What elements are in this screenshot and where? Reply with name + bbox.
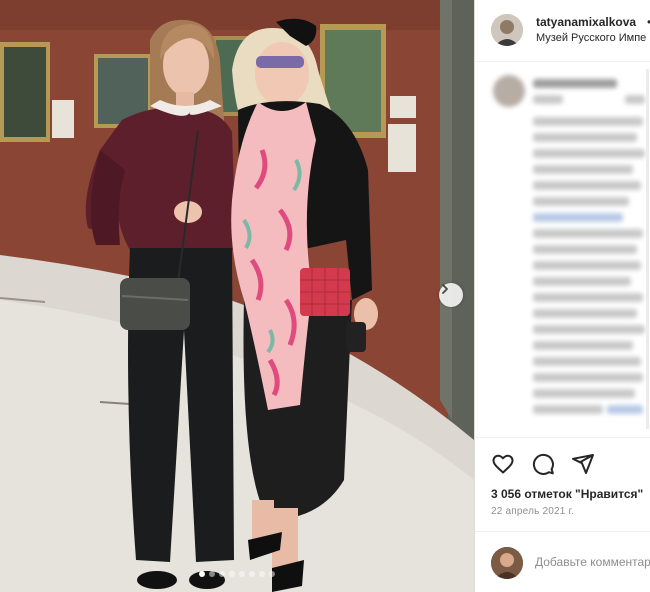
blurred-caption [475,63,650,436]
caption-comments-area[interactable] [475,63,650,436]
comment-icon[interactable] [531,452,555,476]
comment-input[interactable] [535,555,650,569]
comments-scrollbar[interactable] [646,69,649,429]
post-side-panel: tatyanamixalkova • Музей Русского Импе [474,0,650,592]
post-header: tatyanamixalkova • Музей Русского Импе [475,0,650,62]
carousel-dot [249,571,255,577]
carousel-indicator [0,571,474,577]
chevron-right-icon [442,284,448,294]
viewer-avatar [491,547,523,579]
carousel-dot [269,571,275,577]
museum-photo-image [0,0,474,592]
author-username-link[interactable]: tatyanamixalkova [536,15,636,29]
carousel-dot [259,571,265,577]
carousel-dot [229,571,235,577]
share-icon[interactable] [571,452,595,476]
heart-icon[interactable] [491,452,515,476]
next-photo-button[interactable] [439,283,463,307]
likes-count[interactable]: 3 056 отметок "Нравится" [491,487,643,501]
add-comment-bar [475,531,650,592]
post-photo [0,0,474,592]
carousel-dot [219,571,225,577]
carousel-dot [239,571,245,577]
post-location-link[interactable]: Музей Русского Импе [536,32,646,44]
post-date: 22 апрель 2021 г. [491,506,575,517]
carousel-dot [199,571,205,577]
carousel-dot [209,571,215,577]
author-avatar[interactable] [491,14,523,46]
